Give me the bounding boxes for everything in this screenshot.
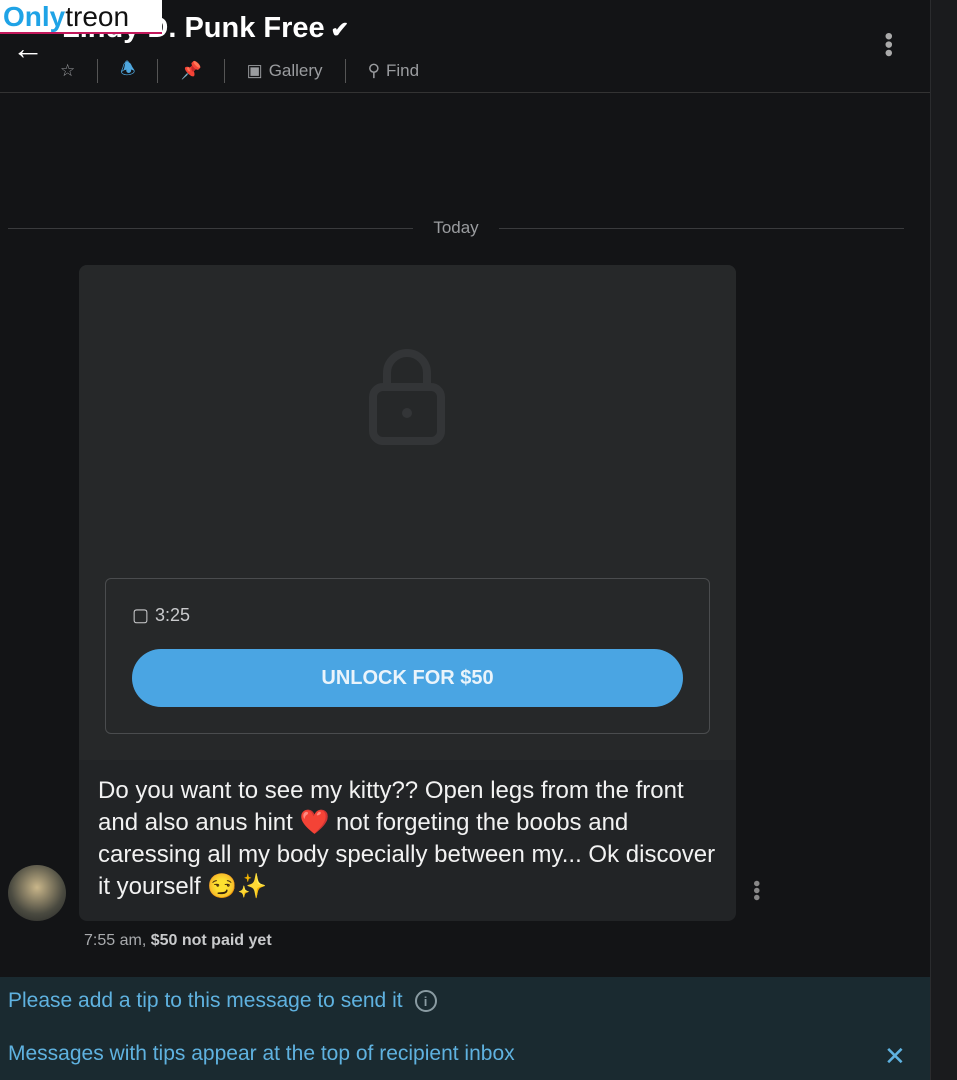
lock-icon <box>369 349 445 445</box>
gallery-button[interactable]: ▣ Gallery <box>225 61 345 81</box>
locked-media[interactable]: ▢ 3:25 UNLOCK FOR $50 <box>79 265 736 760</box>
verified-badge-icon: ✔ <box>330 17 350 42</box>
find-button[interactable]: ⚲ Find <box>346 61 442 81</box>
gallery-icon: ▣ <box>246 60 263 80</box>
unlock-button[interactable]: UNLOCK FOR $50 <box>132 649 683 707</box>
message-meta: 7:55 am, $50 not paid yet <box>84 932 272 949</box>
more-options-button[interactable]: ••• <box>875 32 902 57</box>
back-button[interactable]: ← <box>12 30 44 67</box>
message-bubble: ▢ 3:25 UNLOCK FOR $50 Do you want to see … <box>79 265 736 921</box>
video-camera-icon: ▢ <box>132 605 150 625</box>
info-icon[interactable]: i <box>414 990 437 1012</box>
avatar[interactable] <box>8 865 66 921</box>
tip-info-text: Messages with tips appear at the top of … <box>8 1042 515 1065</box>
star-icon: ☆ <box>60 60 76 80</box>
tip-required-text: Please add a tip to this message to send… <box>8 989 437 1013</box>
message-text: Do you want to see my kitty?? Open legs … <box>98 777 716 900</box>
favorite-button[interactable]: ☆ <box>60 61 97 81</box>
right-scrollbar[interactable] <box>930 0 957 1080</box>
tip-notice: Please add a tip to this message to send… <box>0 977 930 1080</box>
search-icon: ⚲ <box>367 60 381 80</box>
message-options-button[interactable]: ••• <box>745 880 767 901</box>
pin-icon: 📌 <box>180 60 202 80</box>
bell-icon: 🕭 <box>120 59 136 78</box>
unlock-panel: ▢ 3:25 UNLOCK FOR $50 <box>105 578 710 734</box>
close-icon[interactable]: ✕ <box>884 1041 906 1072</box>
date-divider: Today <box>8 218 904 238</box>
pin-button[interactable]: 📌 <box>158 61 223 81</box>
video-duration: ▢ 3:25 <box>132 605 191 625</box>
notifications-button[interactable]: 🕭 <box>98 56 157 85</box>
chat-toolbar: ☆ 🕭 📌 ▣ Gallery ⚲ Find <box>60 56 441 85</box>
watermark-logo: Onlytreon <box>0 0 162 34</box>
